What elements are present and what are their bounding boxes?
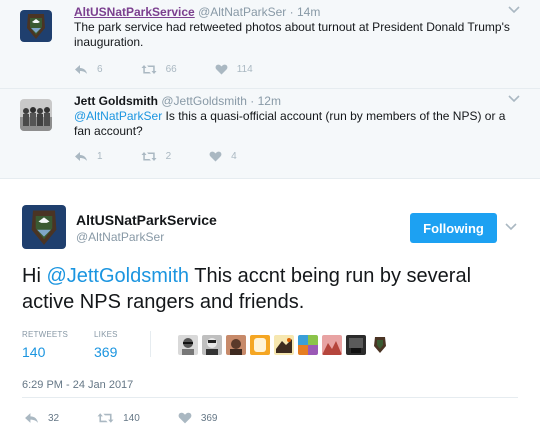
- like-button[interactable]: 369: [178, 412, 218, 424]
- liker-avatar[interactable]: [370, 335, 390, 355]
- liker-avatar[interactable]: [346, 335, 366, 355]
- mention-link[interactable]: @AltNatParkSer: [74, 109, 162, 123]
- tweet-body: AltUSNatParkService @AltNatParkSer · 14m…: [74, 5, 514, 50]
- reply-count: 6: [97, 64, 103, 75]
- liker-avatar[interactable]: [250, 335, 270, 355]
- tweet-actions: 32 140 369: [24, 412, 256, 424]
- likes-label: LIKES: [94, 330, 118, 339]
- nps-arrowhead-icon: [20, 10, 52, 42]
- mention-link[interactable]: @JettGoldsmith: [46, 265, 189, 287]
- likes-value: 369: [94, 344, 118, 360]
- tweet-actions: 6 66 114: [74, 64, 291, 75]
- reply-icon: [75, 152, 87, 161]
- divider: [22, 397, 518, 398]
- retweet-button[interactable]: 2: [141, 151, 172, 162]
- tweet-altusnatparkservice[interactable]: AltUSNatParkService @AltNatParkSer · 14m…: [0, 0, 540, 88]
- tweet-text: Hi @JettGoldsmith This accnt being run b…: [22, 263, 522, 315]
- like-count: 114: [236, 64, 253, 75]
- retweet-count: 66: [165, 64, 177, 75]
- retweets-stat[interactable]: RETWEETS 140: [22, 330, 68, 360]
- tweet-text-prefix: Hi: [22, 265, 47, 287]
- retweet-button[interactable]: 140: [97, 412, 140, 424]
- retweet-icon: [141, 65, 157, 74]
- tweet-header: AltUSNatParkService @AltNatParkSer · 14m: [74, 5, 514, 20]
- tweet-timestamp[interactable]: 6:29 PM - 24 Jan 2017: [22, 379, 133, 391]
- reply-count: 1: [97, 151, 103, 162]
- avatar[interactable]: [20, 10, 52, 42]
- author-name[interactable]: AltUSNatParkService: [76, 212, 217, 228]
- reply-button[interactable]: 32: [24, 412, 59, 424]
- tweet-actions: 1 2 4: [74, 151, 275, 162]
- author-handle[interactable]: @AltNatParkSer: [198, 5, 286, 19]
- retweet-button[interactable]: 66: [141, 64, 177, 75]
- reply-count: 32: [48, 412, 60, 424]
- reply-icon: [75, 65, 87, 74]
- author-handle[interactable]: @JettGoldsmith: [161, 94, 247, 108]
- author-name[interactable]: Jett Goldsmith: [74, 94, 158, 108]
- chevron-down-icon[interactable]: [505, 223, 517, 231]
- liker-avatars: [178, 335, 394, 355]
- following-button[interactable]: Following: [410, 213, 497, 243]
- chevron-down-icon[interactable]: [508, 95, 520, 103]
- liker-avatar[interactable]: [202, 335, 222, 355]
- retweet-count: 140: [123, 412, 140, 424]
- tweet-jettgoldsmith[interactable]: Jett Goldsmith @JettGoldsmith · 12m @Alt…: [0, 88, 540, 178]
- stats-divider: [150, 331, 151, 357]
- heart-icon: [209, 151, 222, 162]
- main-tweet: AltUSNatParkService @AltNatParkSer Follo…: [0, 178, 540, 444]
- liker-avatar[interactable]: [274, 335, 294, 355]
- chevron-down-icon[interactable]: [508, 6, 520, 14]
- tweet-text: @AltNatParkSer Is this a quasi-official …: [74, 109, 514, 139]
- retweets-value: 140: [22, 344, 46, 360]
- retweet-icon: [97, 413, 114, 423]
- tweet-header: Jett Goldsmith @JettGoldsmith · 12m: [74, 94, 514, 109]
- heart-icon: [215, 64, 228, 75]
- reply-button[interactable]: 1: [74, 151, 103, 162]
- avatar[interactable]: [22, 205, 66, 249]
- reply-button[interactable]: 6: [74, 64, 103, 75]
- like-count: 369: [200, 412, 218, 424]
- like-button[interactable]: 4: [209, 151, 237, 162]
- like-count: 4: [231, 151, 237, 162]
- author-name[interactable]: AltUSNatParkService: [74, 5, 195, 19]
- retweet-count: 2: [165, 151, 172, 162]
- separator-dot: ·: [250, 94, 255, 108]
- author-handle[interactable]: @AltNatParkSer: [76, 230, 164, 244]
- nps-arrowhead-icon: [22, 205, 66, 249]
- liker-avatar[interactable]: [178, 335, 198, 355]
- likes-stat[interactable]: LIKES 369: [94, 330, 118, 360]
- retweets-label: RETWEETS: [22, 330, 69, 339]
- tweet-time[interactable]: 14m: [297, 5, 320, 19]
- avatar[interactable]: [20, 99, 52, 131]
- tweet-time[interactable]: 12m: [258, 94, 281, 108]
- tweet-text: The park service had retweeted photos ab…: [74, 20, 510, 49]
- reply-icon: [25, 413, 38, 423]
- retweet-icon: [141, 152, 157, 161]
- group-photo-icon: [20, 99, 52, 131]
- like-button[interactable]: 114: [215, 64, 253, 75]
- liker-avatar[interactable]: [226, 335, 246, 355]
- separator-dot: ·: [289, 5, 294, 19]
- tweet-body: Jett Goldsmith @JettGoldsmith · 12m @Alt…: [74, 94, 514, 139]
- heart-icon: [178, 412, 192, 424]
- liker-avatar[interactable]: [322, 335, 342, 355]
- liker-avatar[interactable]: [298, 335, 318, 355]
